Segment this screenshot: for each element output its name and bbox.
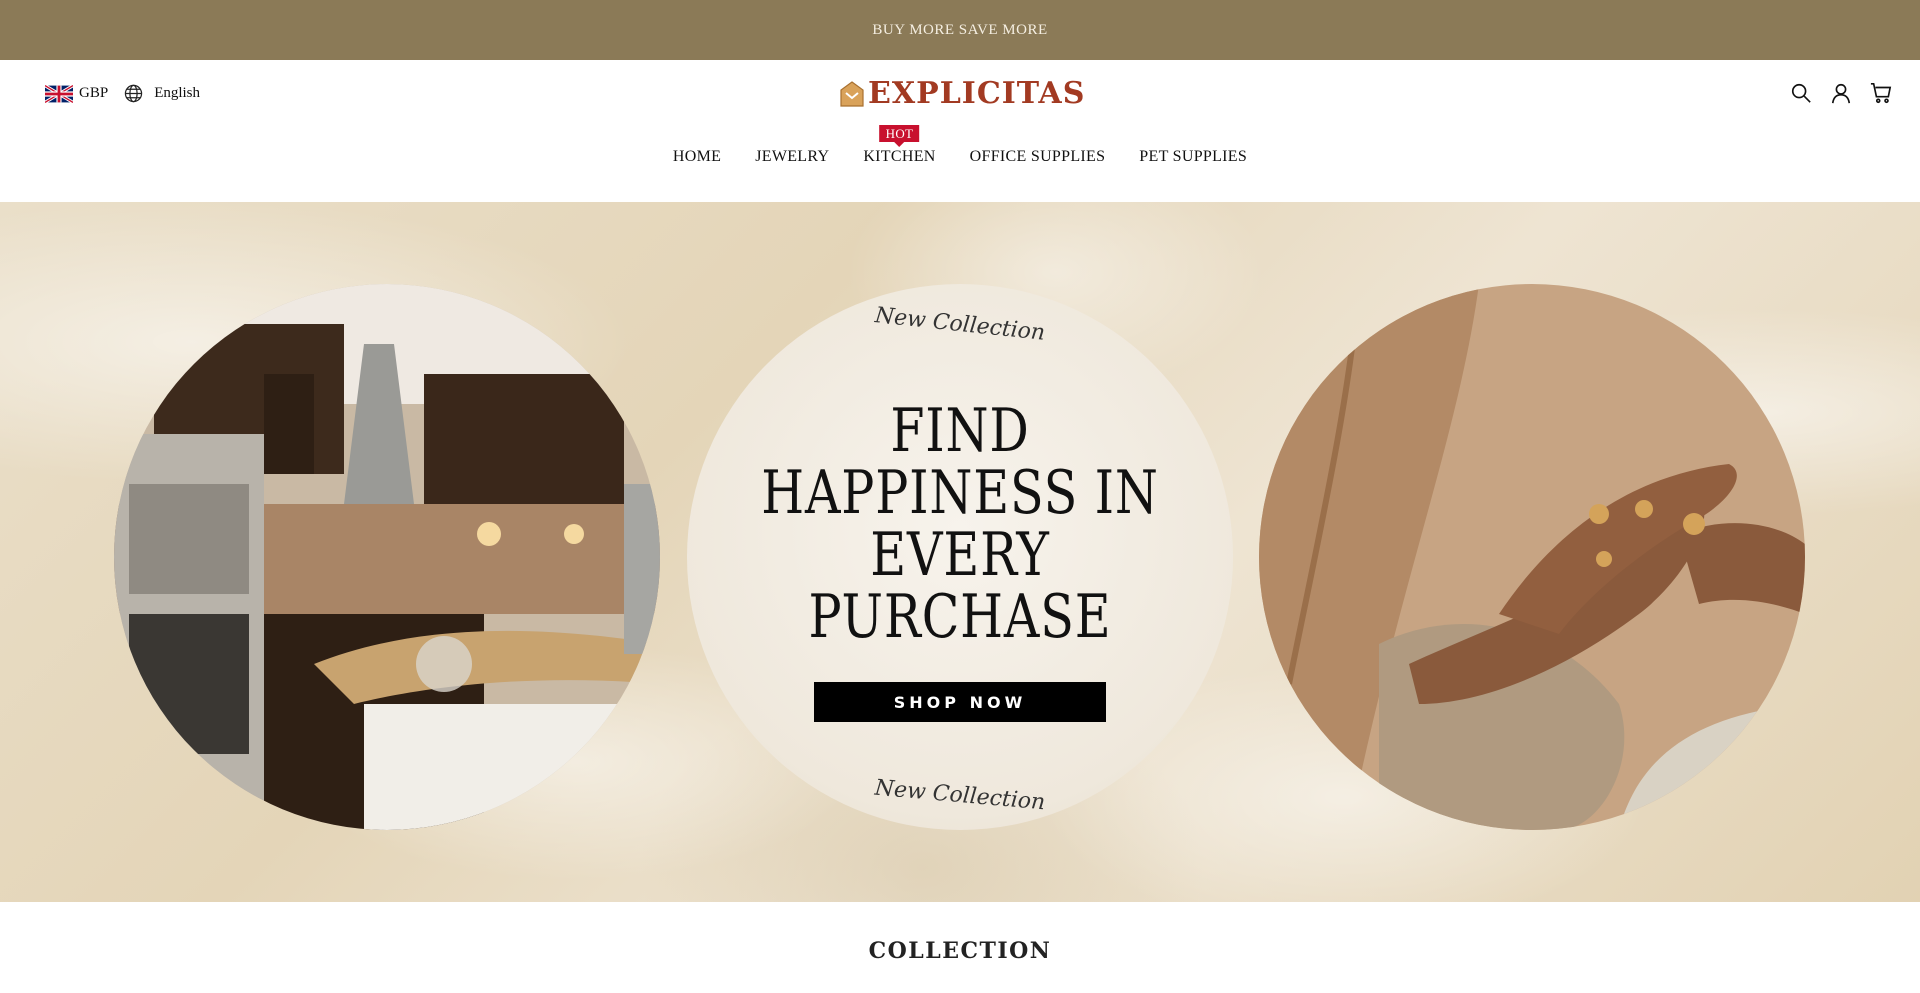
hero-banner: New Collection FIND HAPPINESS IN EVERY P… <box>0 202 1920 902</box>
currency-label: GBP <box>79 85 109 101</box>
headline-line-3: EVERY <box>870 520 1050 590</box>
globe-icon <box>124 84 143 103</box>
nav-item-office-supplies[interactable]: OFFICE SUPPLIES <box>970 148 1106 166</box>
main-nav: HOME JEWELRY HOT KITCHEN OFFICE SUPPLIES… <box>0 125 1920 166</box>
logo-text: EXPLICITAS <box>868 76 1086 111</box>
announcement-bar: BUY MORE SAVE MORE <box>0 0 1920 60</box>
promo-circle: New Collection FIND HAPPINESS IN EVERY P… <box>687 284 1233 830</box>
headline-line-1: FIND <box>890 396 1030 466</box>
kitchen-image[interactable] <box>114 284 660 830</box>
header-actions <box>1790 82 1892 104</box>
language-selector[interactable]: English <box>124 84 200 103</box>
nav-item-home[interactable]: HOME <box>673 148 721 166</box>
nav-item-pet-supplies[interactable]: PET SUPPLIES <box>1139 148 1247 166</box>
cart-icon[interactable] <box>1870 82 1892 104</box>
logo-emblem-icon <box>840 80 864 107</box>
tagline-bottom: New Collection <box>873 775 1047 816</box>
headline-line-4: PURCHASE <box>808 582 1112 652</box>
account-icon[interactable] <box>1830 82 1852 104</box>
hero-headline: FIND HAPPINESS IN EVERY PURCHASE <box>736 400 1184 648</box>
jewelry-image[interactable] <box>1259 284 1805 830</box>
search-icon[interactable] <box>1790 82 1812 104</box>
collection-heading: COLLECTION <box>868 938 1052 964</box>
hot-badge: HOT <box>879 125 920 147</box>
site-logo[interactable]: EXPLICITAS <box>840 76 1085 111</box>
shop-now-button[interactable]: SHOP NOW <box>814 682 1106 722</box>
language-label: English <box>154 85 201 101</box>
headline-line-2: HAPPINESS IN <box>761 458 1159 528</box>
tagline-top: New Collection <box>873 303 1047 346</box>
currency-selector[interactable]: GBP <box>45 84 109 103</box>
uk-flag-icon <box>45 84 73 103</box>
nav-item-jewelry[interactable]: JEWELRY <box>755 148 829 166</box>
nav-item-kitchen-label: KITCHEN <box>863 148 936 165</box>
announcement-text: BUY MORE SAVE MORE <box>872 21 1048 38</box>
nav-item-kitchen[interactable]: HOT KITCHEN <box>863 125 936 166</box>
locale-selector: GBP English <box>45 84 200 103</box>
site-header: GBP English EXPLICITAS HOME JEWELRY HOT … <box>0 60 1920 203</box>
